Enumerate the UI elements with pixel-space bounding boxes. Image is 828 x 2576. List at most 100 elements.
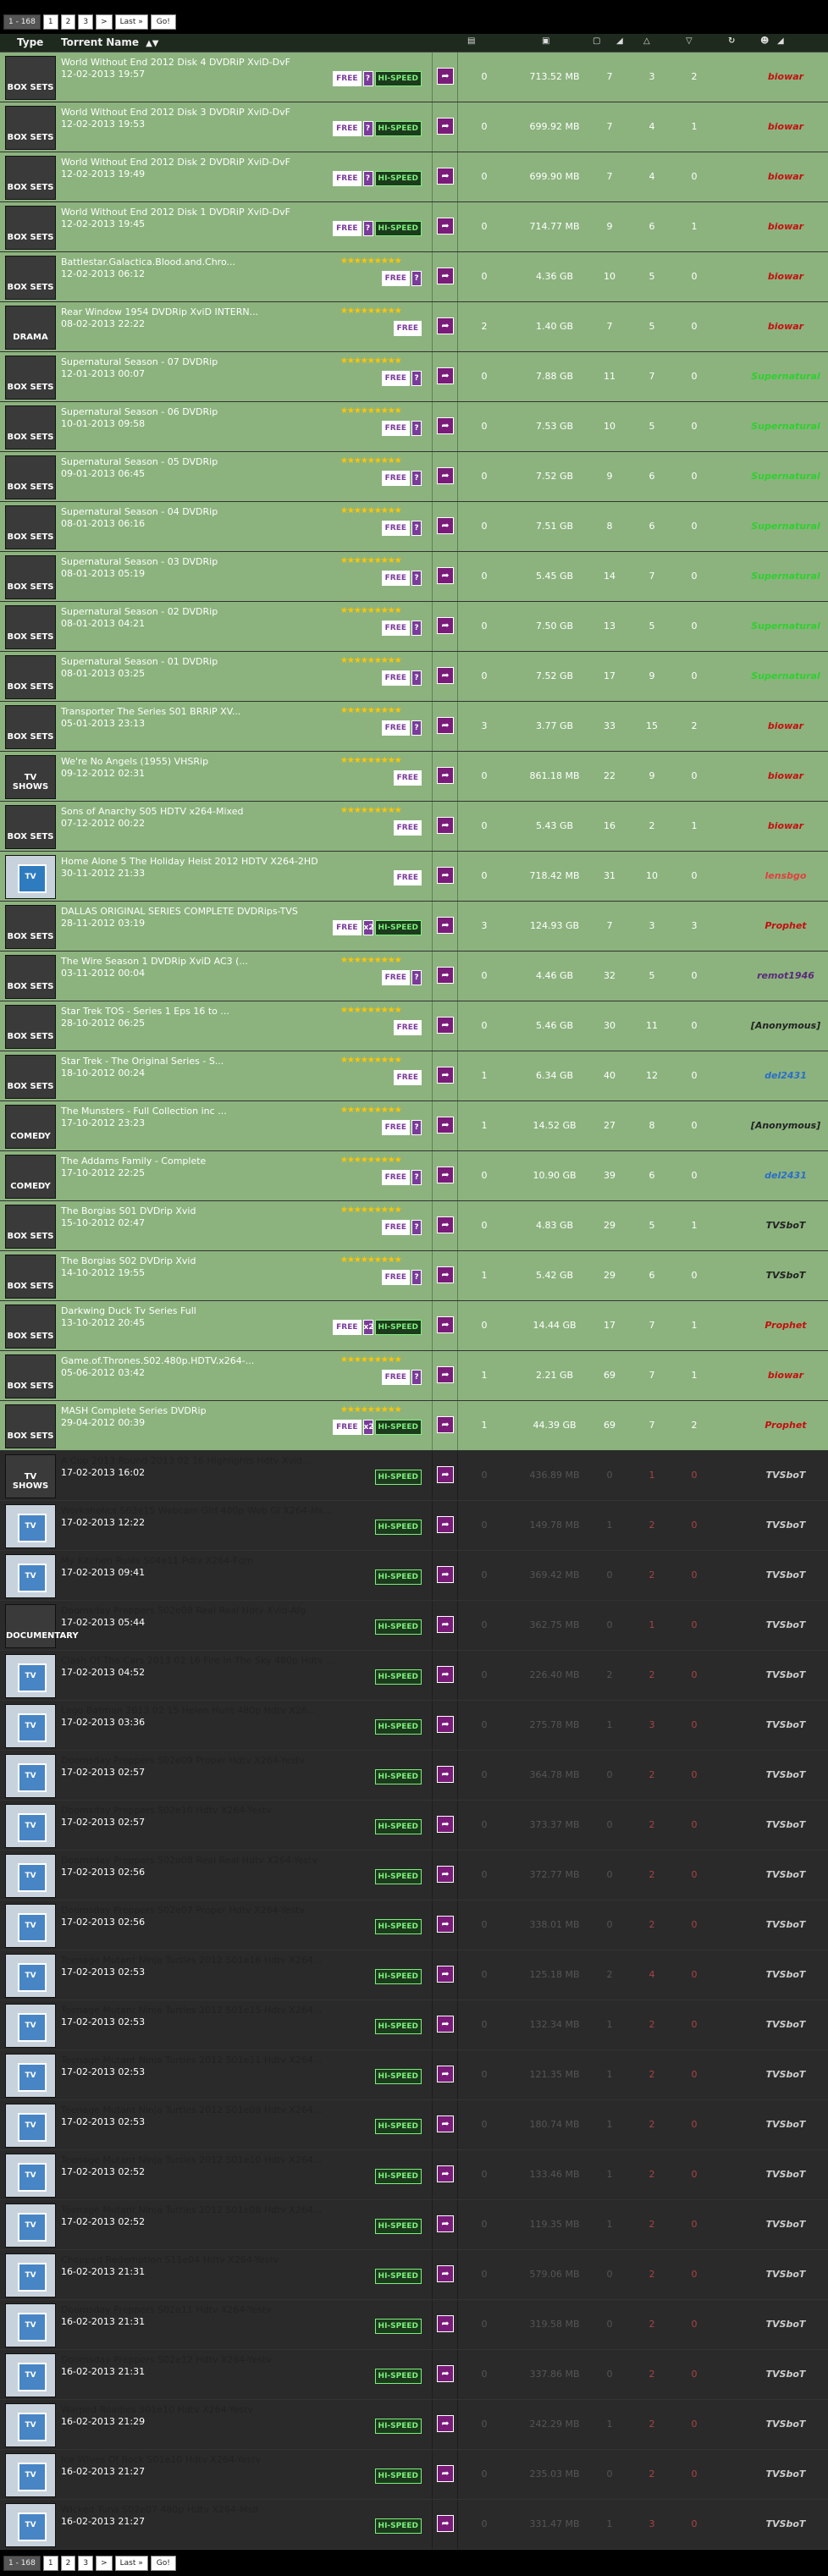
comments-count[interactable]: 0 [476, 221, 493, 232]
torrent-title[interactable]: A Cup 2013 Round 2013 02 16 Highlights H… [61, 1455, 311, 1466]
comments-count[interactable]: 0 [476, 2518, 493, 2529]
download-icon[interactable]: ➦ [437, 667, 454, 684]
torrent-title[interactable]: Rear Window 1954 DVDRip XviD INTERN... [61, 306, 258, 317]
uploader-name[interactable]: TVSboT [745, 1819, 826, 1830]
comments-count[interactable]: 0 [476, 1569, 493, 1580]
torrent-title[interactable]: Supernatural Season - 04 DVDRip [61, 506, 218, 517]
category-icon[interactable]: BOX SETS [5, 455, 56, 499]
uploader-name[interactable]: biowar [745, 770, 826, 781]
category-icon[interactable]: TV [5, 1804, 56, 1848]
download-icon[interactable]: ➦ [437, 317, 454, 334]
pager-page-1[interactable]: 1 [42, 2556, 58, 2571]
torrent-title[interactable]: Supernatural Season - 07 DVDRip [61, 356, 218, 367]
pager-next[interactable]: > [96, 2556, 113, 2571]
torrent-title[interactable]: Clash Of The Cars 2013 02 16 Fire In The… [61, 1655, 335, 1666]
comments-count[interactable]: 0 [476, 1470, 493, 1481]
download-icon[interactable]: ➦ [437, 1816, 454, 1833]
download-icon[interactable]: ➦ [437, 2415, 454, 2432]
download-icon[interactable]: ➦ [437, 2465, 454, 2482]
uploader-name[interactable]: Supernatural [745, 471, 826, 482]
torrent-title[interactable]: MASH Complete Series DVDRip [61, 1405, 207, 1416]
torrent-title[interactable]: Lego Batman 2013 02 15 Helen Hunt 480p H… [61, 1705, 316, 1716]
torrent-title[interactable]: The Wire Season 1 DVDRip XviD AC3 (... [61, 956, 248, 967]
uploader-name[interactable]: Prophet [745, 920, 826, 931]
category-icon[interactable]: BOX SETS [5, 56, 56, 100]
torrent-title[interactable]: Doomsday Preppers S02e07 Proper Hdtv X26… [61, 1905, 305, 1916]
download-icon[interactable]: ➦ [437, 1266, 454, 1283]
download-icon[interactable]: ➦ [437, 1666, 454, 1683]
pager-go-button[interactable]: Go! [150, 14, 176, 30]
download-icon[interactable]: ➦ [437, 1416, 454, 1433]
uploader-name[interactable]: biowar [745, 71, 826, 82]
torrent-title[interactable]: Supernatural Season - 06 DVDRip [61, 406, 218, 417]
uploader-icon[interactable]: ☻ [760, 36, 769, 46]
category-icon[interactable]: BOX SETS [5, 156, 56, 200]
category-icon[interactable]: BOX SETS [5, 1055, 56, 1099]
uploader-name[interactable]: del2431 [745, 1170, 826, 1181]
uploader-name[interactable]: [Anonymous] [745, 1020, 826, 1031]
uploader-name[interactable]: Supernatural [745, 571, 826, 582]
category-icon[interactable]: BOX SETS [5, 256, 56, 300]
comments-count[interactable]: 0 [476, 1020, 493, 1031]
comments-count[interactable]: 0 [476, 371, 493, 382]
torrent-title[interactable]: My Kitchen Rules S04e11 Pdtv X264-Fqm [61, 1555, 253, 1566]
pager-page-3[interactable]: 3 [78, 14, 94, 30]
category-icon[interactable]: TV [5, 855, 56, 899]
category-icon[interactable]: BOX SETS [5, 555, 56, 599]
download-icon[interactable]: ➦ [437, 917, 454, 934]
download-icon[interactable]: ➦ [437, 1466, 454, 1483]
comments-count[interactable]: 0 [476, 820, 493, 831]
category-icon[interactable]: BOX SETS [5, 405, 56, 450]
comments-count[interactable]: 0 [476, 471, 493, 482]
download-icon[interactable]: ➦ [437, 967, 454, 984]
category-icon[interactable]: TV [5, 2154, 56, 2198]
pager-last[interactable]: Last » [114, 14, 148, 30]
torrent-title[interactable]: Wicked Tuna S02e07 480p Hdtv X264-Msd [61, 2504, 258, 2515]
category-icon[interactable]: COMEDY [5, 1155, 56, 1199]
torrent-title[interactable]: Supernatural Season - 03 DVDRip [61, 556, 218, 567]
comments-count[interactable]: 0 [476, 1320, 493, 1331]
comments-count[interactable]: 1 [476, 1070, 493, 1081]
pager-page-2[interactable]: 2 [60, 2556, 76, 2571]
category-icon[interactable]: BOX SETS [5, 1005, 56, 1049]
uploader-name[interactable]: biowar [745, 720, 826, 731]
comments-count[interactable]: 0 [476, 1619, 493, 1630]
comments-count[interactable]: 0 [476, 121, 493, 132]
comments-count[interactable]: 0 [476, 2468, 493, 2479]
pager-page-2[interactable]: 2 [60, 14, 76, 30]
comments-count[interactable]: 0 [476, 1170, 493, 1181]
uploader-name[interactable]: TVSboT [745, 1719, 826, 1730]
download-icon[interactable]: ➦ [437, 2115, 454, 2132]
comments-count[interactable]: 0 [476, 1220, 493, 1231]
torrent-title[interactable]: Teenage Mutant Ninja Turtles 2012 S01e08… [61, 2204, 322, 2215]
download-icon[interactable]: ➦ [437, 867, 454, 884]
download-icon[interactable]: ➦ [437, 168, 454, 185]
download-icon[interactable]: ➦ [437, 2165, 454, 2182]
pager-last[interactable]: Last » [114, 2556, 148, 2571]
files-sort-icon[interactable]: ◢ [616, 36, 623, 46]
category-icon[interactable]: BOX SETS [5, 805, 56, 849]
download-icon[interactable]: ➦ [437, 1616, 454, 1633]
torrent-title[interactable]: Supernatural Season - 02 DVDRip [61, 606, 218, 617]
comments-icon[interactable]: ▤ [467, 36, 475, 46]
uploader-name[interactable]: remot1946 [745, 970, 826, 981]
torrent-title[interactable]: Star Trek TOS - Series 1 Eps 16 to ... [61, 1006, 229, 1017]
category-icon[interactable]: BOX SETS [5, 1305, 56, 1349]
download-icon[interactable]: ➦ [437, 2265, 454, 2282]
uploader-name[interactable]: TVSboT [745, 1569, 826, 1580]
torrent-title[interactable]: Supernatural Season - 01 DVDRip [61, 656, 218, 667]
category-icon[interactable]: TV [5, 2403, 56, 2447]
download-icon[interactable]: ➦ [437, 767, 454, 784]
download-icon[interactable]: ➦ [437, 617, 454, 634]
torrent-title[interactable]: World Without End 2012 Disk 1 DVDRiP Xvi… [61, 207, 290, 218]
uploader-name[interactable]: biowar [745, 121, 826, 132]
uploader-name[interactable]: TVSboT [745, 2269, 826, 2280]
comments-count[interactable]: 0 [476, 1869, 493, 1880]
uploader-name[interactable]: Prophet [745, 1320, 826, 1331]
uploader-name[interactable]: TVSboT [745, 1919, 826, 1930]
download-icon[interactable]: ➦ [437, 467, 454, 484]
comments-count[interactable]: 0 [476, 2219, 493, 2230]
uploader-sort-icon[interactable]: ◢ [777, 36, 784, 46]
category-icon[interactable]: BOX SETS [5, 955, 56, 999]
download-icon[interactable]: ➦ [437, 367, 454, 384]
